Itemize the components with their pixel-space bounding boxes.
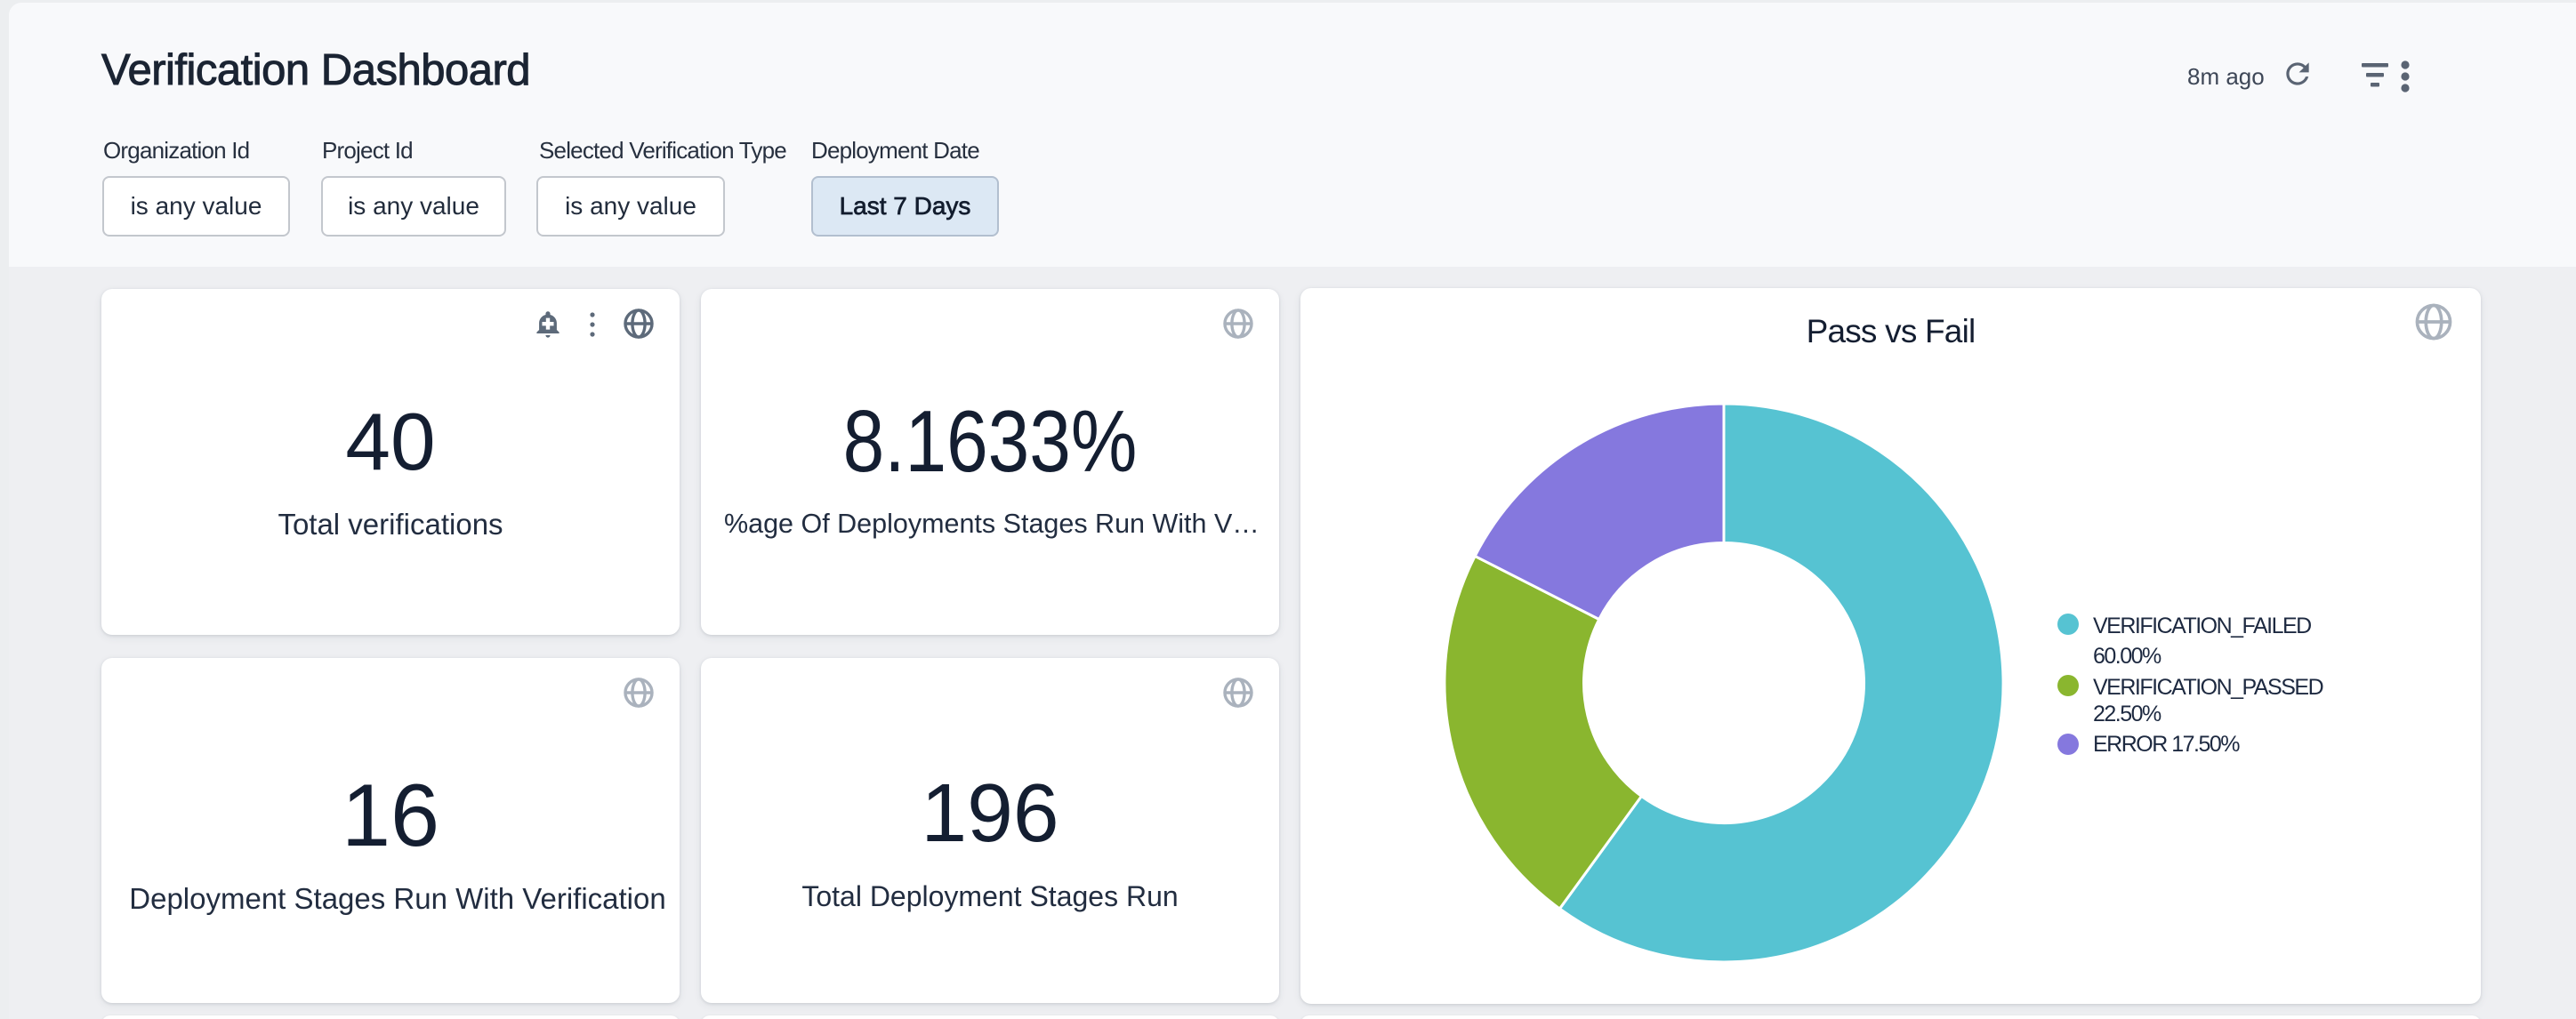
- svg-text:VERIFICATION_FAILED: VERIFICATION_FAILED: [2093, 614, 2311, 638]
- svg-text:VERIFICATION_PASSED: VERIFICATION_PASSED: [2093, 675, 2323, 700]
- svg-text:ERROR 17.50%: ERROR 17.50%: [2093, 732, 2240, 757]
- svg-text:22.50%: 22.50%: [2093, 702, 2161, 726]
- svg-text:60.00%: 60.00%: [2093, 644, 2161, 669]
